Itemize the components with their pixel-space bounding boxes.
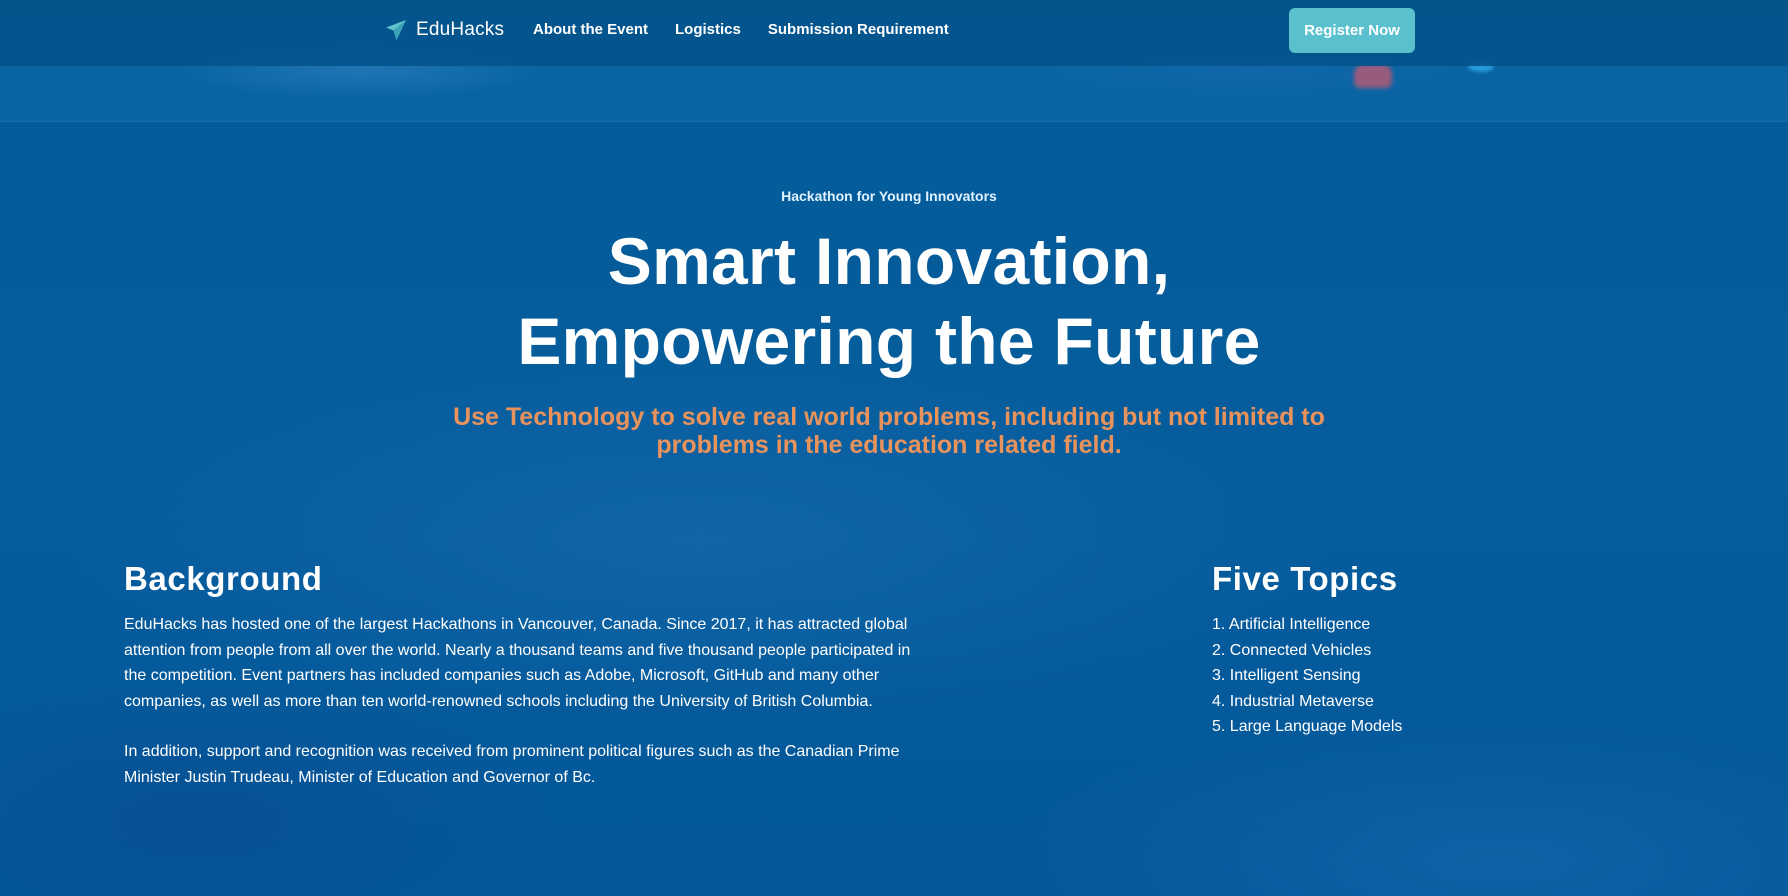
hero-title-line-2: Empowering the Future xyxy=(517,304,1261,378)
nav-link-about-the-event[interactable]: About the Event xyxy=(533,21,648,38)
topic-item: 4. Industrial Metaverse xyxy=(1212,692,1374,710)
hero-title-line-1: Smart Innovation, xyxy=(607,224,1171,298)
topic-item: 1. Artificial Intelligence xyxy=(1212,616,1371,633)
top-navigation: EduHacks About the Event Logistics Submi… xyxy=(0,0,1788,66)
register-now-button[interactable]: Register Now xyxy=(1289,8,1415,53)
background-paragraph: In addition, support and recognition was… xyxy=(124,743,900,786)
topic-item: 3. Intelligent Sensing xyxy=(1212,667,1361,684)
five-topics-section: Five Topics 1. Artificial Intelligence 2… xyxy=(1212,560,1592,740)
hero-title: Smart Innovation, Empowering the Future xyxy=(0,221,1778,381)
topic-item: 5. Large Language Models xyxy=(1212,718,1403,735)
paper-plane-icon xyxy=(386,20,406,40)
nav-links: About the Event Logistics Submission Req… xyxy=(533,21,949,38)
hero-subtitle: Use Technology to solve real world probl… xyxy=(453,403,1325,459)
topic-item: 2. Connected Vehicles xyxy=(1212,641,1372,659)
hero-eyebrow: Hackathon for Young Innovators xyxy=(781,188,997,204)
background-paragraph: EduHacks has hosted one of the largest H… xyxy=(124,616,911,710)
brand-logo-link[interactable]: EduHacks xyxy=(384,18,504,42)
hero-section: Hackathon for Young Innovators Smart Inn… xyxy=(0,185,1778,459)
background-section: Background EduHacks has hosted one of th… xyxy=(124,560,934,790)
banner-decoration xyxy=(1354,64,1392,88)
background-heading: Background xyxy=(124,560,323,597)
nav-link-logistics[interactable]: Logistics xyxy=(675,21,741,38)
topics-list: 1. Artificial Intelligence 2. Connected … xyxy=(1212,612,1592,740)
nav-link-submission-requirement[interactable]: Submission Requirement xyxy=(768,21,949,38)
topics-heading: Five Topics xyxy=(1212,560,1398,597)
brand-name: EduHacks xyxy=(416,19,505,40)
